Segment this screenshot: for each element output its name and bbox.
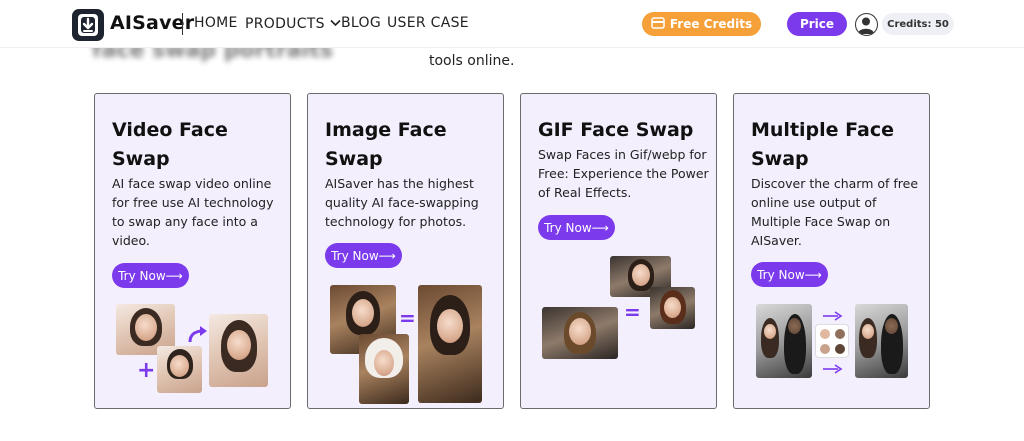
result-group-image	[855, 304, 908, 378]
free-credits-button[interactable]: Free Credits	[642, 12, 761, 36]
card-description: Discover the charm of free online use ou…	[751, 176, 919, 248]
card-title: GIF Face Swap	[538, 119, 694, 141]
nav-divider	[182, 13, 183, 35]
result-face-image	[209, 314, 268, 387]
section-subtitle: tools online.	[429, 53, 515, 69]
user-avatar-icon[interactable]	[855, 13, 878, 36]
price-button[interactable]: Price	[787, 12, 847, 36]
equals-icon: =	[399, 306, 416, 330]
face-swatch-panel	[815, 324, 849, 358]
source-group-image	[756, 304, 812, 378]
top-navbar: AISaver HOME PRODUCTS BLOG USER CASE Fre…	[0, 0, 1024, 48]
card-image-face-swap[interactable]: Image Face Swap AISaver has the highest …	[307, 93, 504, 409]
card-gif-face-swap[interactable]: GIF Face Swap Swap Faces in Gif/webp for…	[520, 93, 717, 409]
try-now-button[interactable]: Try Now⟶	[325, 243, 402, 268]
chevron-down-icon	[330, 15, 341, 31]
result-face-image	[542, 307, 618, 359]
card-title: Video Face Swap	[112, 119, 228, 170]
result-face-image	[418, 285, 482, 403]
try-now-button[interactable]: Try Now⟶	[538, 215, 615, 240]
equals-icon: =	[624, 300, 641, 324]
nav-products[interactable]: PRODUCTS	[245, 15, 341, 32]
try-now-button[interactable]: Try Now⟶	[751, 262, 828, 287]
plus-icon: +	[137, 358, 156, 383]
try-now-button[interactable]: Try Now⟶	[112, 263, 189, 288]
nav-user-case[interactable]: USER CASE	[387, 15, 469, 31]
free-credits-label: Free Credits	[669, 17, 753, 31]
card-description: AI face swap video online for free use A…	[112, 176, 274, 248]
arrow-icon	[822, 360, 844, 379]
card-title: Multiple Face Swap	[751, 119, 894, 170]
target-face-image	[157, 346, 202, 393]
download-logo-icon[interactable]	[72, 9, 104, 41]
nav-blog[interactable]: BLOG	[341, 15, 381, 31]
arrow-icon	[188, 326, 208, 348]
nav-home[interactable]: HOME	[194, 15, 238, 31]
target-face-image	[359, 334, 409, 404]
card-title: Image Face Swap	[325, 119, 447, 170]
card-description: Swap Faces in Gif/webp for Free: Experie…	[538, 147, 709, 200]
target-face-image	[650, 287, 695, 329]
coin-icon	[651, 16, 665, 32]
nav-products-label: PRODUCTS	[245, 16, 325, 32]
card-description: AISaver has the highest quality AI face-…	[325, 176, 479, 229]
card-multiple-face-swap[interactable]: Multiple Face Swap Discover the charm of…	[733, 93, 930, 409]
credits-badge: Credits: 50	[882, 13, 954, 35]
card-video-face-swap[interactable]: Video Face Swap AI face swap video onlin…	[94, 93, 291, 409]
